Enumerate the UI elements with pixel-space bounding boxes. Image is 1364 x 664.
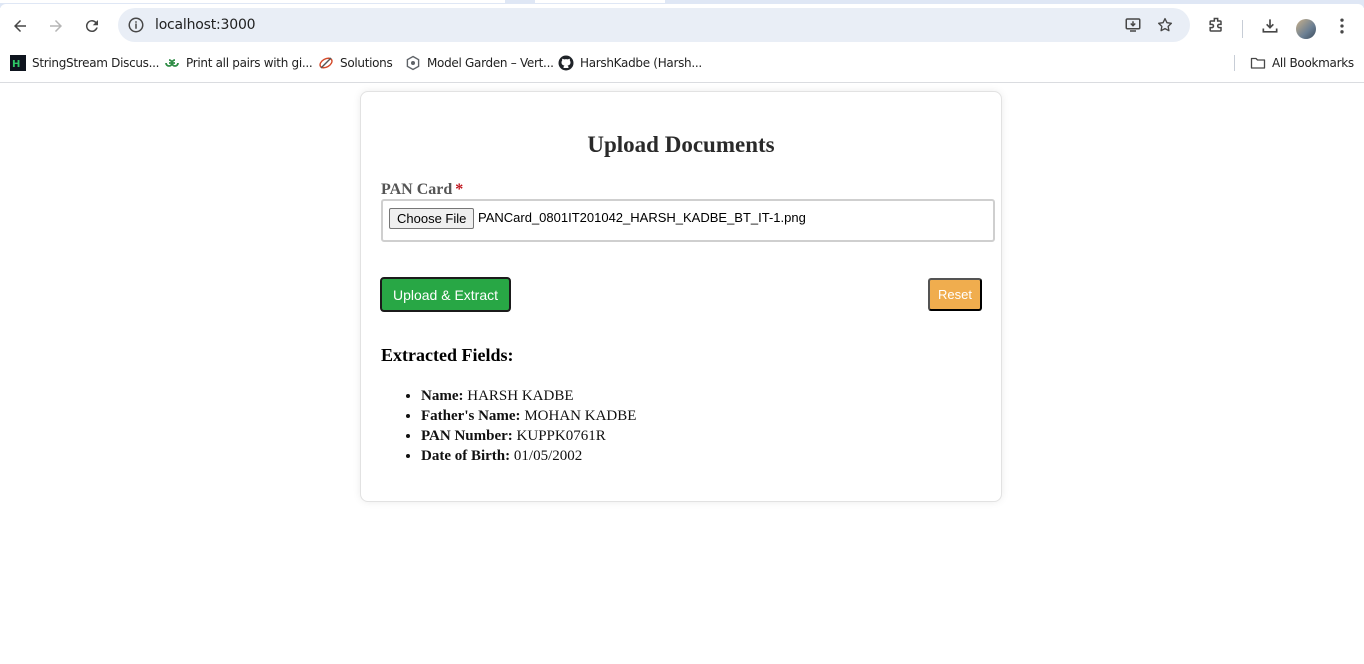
browser-toolbar: localhost:3000 (0, 4, 1364, 46)
solutions-icon (318, 55, 334, 71)
address-bar[interactable]: localhost:3000 (118, 8, 1190, 42)
field-value: 01/05/2002 (513, 448, 583, 464)
bookmark-label: StringStream Discus... (32, 56, 160, 70)
more-vertical-icon[interactable] (1332, 16, 1352, 36)
bookmark-label: Solutions (340, 56, 393, 70)
bookmark-label: Print all pairs with gi... (186, 56, 313, 70)
field-label: PAN Number: (421, 428, 513, 444)
bookmark-item[interactable]: Model Garden – Vert... (405, 54, 554, 72)
bookmark-label: Model Garden – Vert... (427, 56, 554, 70)
svg-text:H: H (12, 59, 20, 70)
reload-button[interactable] (80, 14, 104, 38)
bookmark-item[interactable]: Solutions (318, 54, 393, 72)
back-button[interactable] (8, 14, 32, 38)
page-title: Upload Documents (587, 132, 775, 157)
bookmark-item[interactable]: Print all pairs with gi... (164, 54, 313, 72)
extracted-fields-list: Name: HARSH KADBE Father's Name: MOHAN K… (421, 386, 636, 466)
field-label: Father's Name: (421, 408, 521, 424)
install-app-icon[interactable] (1124, 16, 1142, 34)
star-icon[interactable] (1156, 16, 1174, 34)
toolbar-divider (1242, 20, 1243, 38)
field-label: Date of Birth: (421, 448, 511, 464)
field-value: HARSH KADBE (467, 388, 574, 404)
profile-avatar[interactable] (1296, 19, 1316, 39)
pan-card-label: PAN Card * (381, 181, 463, 199)
required-marker: * (455, 181, 464, 198)
extracted-field-dob: Date of Birth: 01/05/2002 (421, 446, 636, 466)
all-bookmarks-label: All Bookmarks (1272, 56, 1354, 70)
site-info-icon[interactable] (127, 16, 145, 34)
bookmark-label: HarshKadbe (Harsh... (580, 56, 702, 70)
field-value: KUPPK0761R (516, 428, 606, 444)
field-label: Name: (421, 388, 464, 404)
url-text[interactable]: localhost:3000 (155, 17, 256, 33)
geeksforgeeks-icon (164, 55, 180, 71)
pan-card-label-text: PAN Card (381, 181, 453, 198)
bookmarks-divider (1234, 55, 1235, 71)
extracted-fields-title: Extracted Fields: (381, 345, 514, 365)
extensions-icon[interactable] (1206, 16, 1226, 36)
arrow-left-icon (14, 20, 26, 32)
reset-button[interactable]: Reset (928, 278, 982, 311)
arrow-right-icon (50, 20, 62, 32)
download-icon[interactable] (1260, 16, 1280, 36)
github-icon (558, 55, 574, 71)
file-input[interactable]: Choose File PANCard_0801IT201042_HARSH_K… (381, 199, 995, 242)
tab-strip-edge (0, 0, 505, 3)
reload-icon (85, 20, 98, 33)
folder-icon (1250, 55, 1266, 71)
field-value: MOHAN KADBE (524, 408, 637, 424)
upload-extract-button[interactable]: Upload & Extract (380, 277, 511, 312)
tab-strip-edge (535, 0, 665, 3)
chrome-divider (0, 82, 1364, 83)
all-bookmarks-button[interactable]: All Bookmarks (1250, 54, 1354, 72)
hackerrank-icon: H (10, 55, 26, 71)
vertex-ai-icon (405, 55, 421, 71)
extracted-field-name: Name: HARSH KADBE (421, 386, 636, 406)
extracted-field-father-name: Father's Name: MOHAN KADBE (421, 406, 636, 426)
bookmark-item[interactable]: H StringStream Discus... (10, 54, 159, 72)
bookmarks-bar: H StringStream Discus... Print all pairs… (0, 48, 1364, 78)
choose-file-button[interactable]: Choose File (389, 208, 475, 229)
bookmark-item[interactable]: HarshKadbe (Harsh... (558, 54, 702, 72)
extracted-field-pan-number: PAN Number: KUPPK0761R (421, 426, 636, 446)
forward-button[interactable] (44, 14, 68, 38)
upload-card: Upload Documents PAN Card * Choose File P… (360, 91, 1002, 502)
selected-file-name: PANCard_0801IT201042_HARSH_KADBE_BT_IT-1… (478, 210, 806, 225)
